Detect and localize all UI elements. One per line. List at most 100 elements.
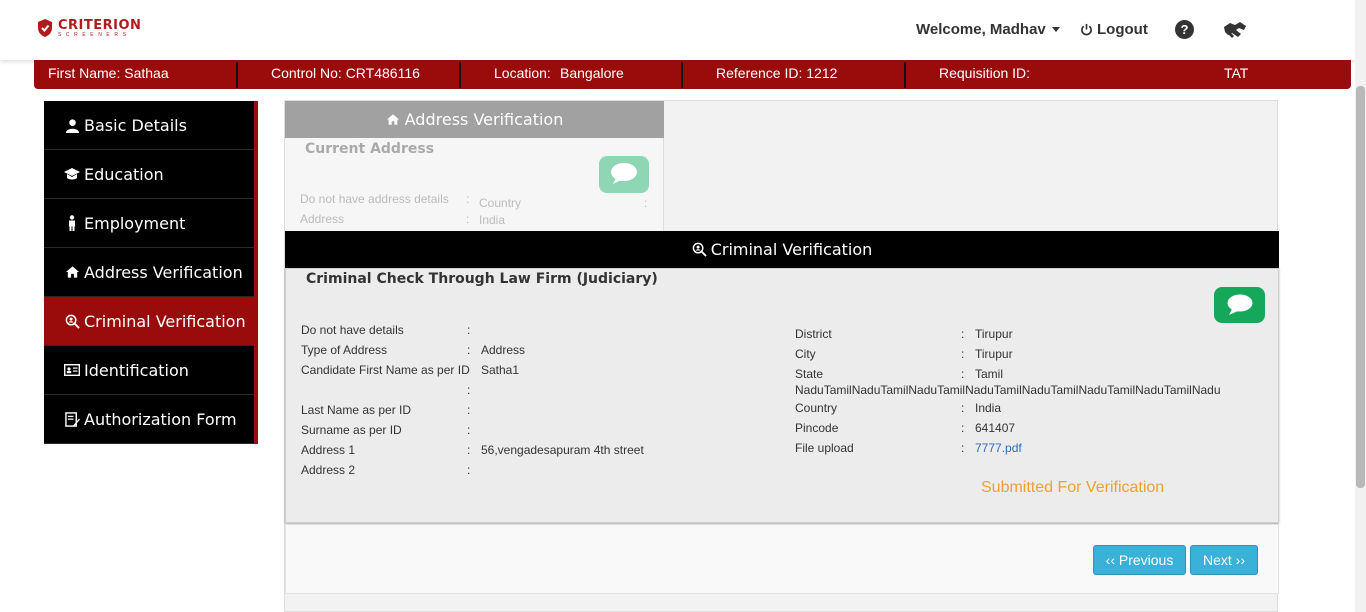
shield-logo-icon <box>38 19 52 37</box>
sidebar-item-employment[interactable]: Employment <box>44 199 254 248</box>
id-card-icon <box>64 362 80 378</box>
criterion-logo[interactable]: CRITERION SCREENERS <box>37 18 141 38</box>
logout-button[interactable]: Logout <box>1080 21 1148 38</box>
field-label: City <box>795 347 816 361</box>
logout-label: Logout <box>1097 21 1148 38</box>
field-label: File upload <box>795 441 854 455</box>
criminal-check-card: Criminal Check Through Law Firm (Judicia… <box>285 268 1279 523</box>
file-upload-link[interactable]: 7777.pdf <box>975 441 1022 455</box>
field-value: Satha1 <box>481 363 520 377</box>
home-icon <box>64 264 80 280</box>
field-colon: : <box>467 343 471 357</box>
previous-button[interactable]: ‹‹ Previous <box>1093 545 1186 575</box>
sidebar-item-education[interactable]: Education <box>44 150 254 199</box>
magnifier-icon <box>692 242 707 257</box>
field-label: Do not have details <box>301 323 404 337</box>
address-tab-label: Address Verification <box>404 110 564 129</box>
location-label: Location: <box>494 65 551 81</box>
sidebar-item-label: Employment <box>84 213 186 233</box>
brand-tagline: SCREENERS <box>58 31 131 38</box>
field-label: Surname as per ID <box>301 423 402 437</box>
chat-button[interactable] <box>1214 287 1265 323</box>
field-colon: : <box>467 323 471 337</box>
graduation-cap-icon <box>64 166 80 182</box>
field-label: Candidate First Name as per ID <box>301 363 470 377</box>
field-value: Address <box>481 343 526 357</box>
field-label: Do not have address details <box>300 192 449 206</box>
info-divider <box>681 62 683 88</box>
field-label: Last Name as per ID <box>301 403 412 417</box>
field-label: Pincode <box>795 421 839 435</box>
field-colon: : <box>961 327 965 341</box>
field-colon: : <box>466 212 470 226</box>
field-colon: : <box>961 421 965 435</box>
field-colon: : <box>961 347 965 361</box>
sidebar-item-identification[interactable]: Identification <box>44 346 254 395</box>
next-button[interactable]: Next ›› <box>1190 545 1258 575</box>
reference-id-info: Reference ID: 1212 <box>716 65 838 81</box>
page-scrollbar[interactable] <box>1355 0 1366 612</box>
field-label: State <box>795 367 824 381</box>
field-colon: : <box>467 403 471 417</box>
sidebar-item-address-verification[interactable]: Address Verification <box>44 248 254 297</box>
field-value: 641407 <box>975 421 1016 435</box>
criminal-check-title: Criminal Check Through Law Firm (Judicia… <box>306 271 658 287</box>
sidebar-item-basic-details[interactable]: Basic Details <box>44 101 254 150</box>
candidate-info-bar: First Name: Sathaa Control No: CRT486116… <box>34 60 1351 89</box>
caret-down-icon <box>1051 27 1060 32</box>
sidebar-item-label: Education <box>84 164 164 184</box>
magnifier-icon <box>64 313 80 329</box>
location-value: Bangalore <box>560 65 624 81</box>
control-no-info: Control No: CRT486116 <box>271 65 420 81</box>
sidebar-item-label: Address Verification <box>84 262 243 282</box>
tat-info: TAT <box>1224 65 1249 81</box>
power-icon <box>1081 23 1092 36</box>
sidebar-item-label: Authorization Form <box>84 409 237 429</box>
welcome-dropdown[interactable]: Welcome, Madhav <box>916 21 1060 38</box>
handshake-icon[interactable] <box>1222 19 1248 41</box>
navigation-footer: ‹‹ Previous Next ›› <box>285 524 1279 594</box>
field-colon: : <box>644 196 648 210</box>
home-icon <box>386 114 399 125</box>
form-edit-icon <box>64 411 80 427</box>
chat-icon[interactable] <box>599 156 649 193</box>
field-label: Country <box>479 196 522 210</box>
field-colon: : <box>961 367 965 381</box>
field-label: Type of Address <box>301 343 388 357</box>
criminal-verification-header: Criminal Verification <box>285 231 1279 268</box>
welcome-text: Welcome, Madhav <box>916 21 1046 38</box>
sidebar-item-authorization-form[interactable]: Authorization Form <box>44 395 254 444</box>
requisition-id-info: Requisition ID: <box>939 65 1031 81</box>
field-value: India <box>975 401 1002 415</box>
field-colon: : <box>466 192 470 206</box>
sidebar-item-criminal-verification[interactable]: Criminal Verification <box>44 297 254 346</box>
info-divider <box>459 62 461 88</box>
sidebar-item-label: Identification <box>84 360 189 380</box>
first-name-info: First Name: Sathaa <box>48 65 169 81</box>
field-value-overflow: NaduTamilNaduTamilNaduTamilNaduTamilNadu… <box>795 383 1221 397</box>
brand-name: CRITERION <box>58 17 142 33</box>
field-value: Tirupur <box>975 327 1013 341</box>
help-icon[interactable]: ? <box>1175 20 1194 39</box>
field-colon: : <box>467 463 471 477</box>
field-colon: : <box>961 441 965 455</box>
field-colon: : <box>961 401 965 415</box>
criminal-header-label: Criminal Verification <box>710 240 873 259</box>
field-label: Address <box>300 212 345 226</box>
field-colon: : <box>467 443 471 457</box>
info-divider <box>904 62 906 88</box>
address-verification-tab[interactable]: Address Verification <box>285 101 664 138</box>
status-text: Submitted For Verification <box>981 479 1165 496</box>
field-colon: : <box>467 423 471 437</box>
field-value: Tirupur <box>975 347 1013 361</box>
field-value: 56,vengadesapuram 4th street <box>481 443 644 457</box>
sidebar-item-label: Criminal Verification <box>84 311 246 331</box>
info-divider <box>236 62 238 88</box>
field-label: Country <box>795 401 838 415</box>
top-header: CRITERION SCREENERS Welcome, Madhav Logo… <box>0 0 1355 60</box>
main-content: Address Verification Current Address Do … <box>284 100 1279 612</box>
field-label: Address 1 <box>301 443 356 457</box>
scrollbar-thumb[interactable] <box>1356 86 1365 488</box>
chat-bubble-icon <box>1227 294 1252 315</box>
current-address-title: Current Address <box>305 141 435 157</box>
